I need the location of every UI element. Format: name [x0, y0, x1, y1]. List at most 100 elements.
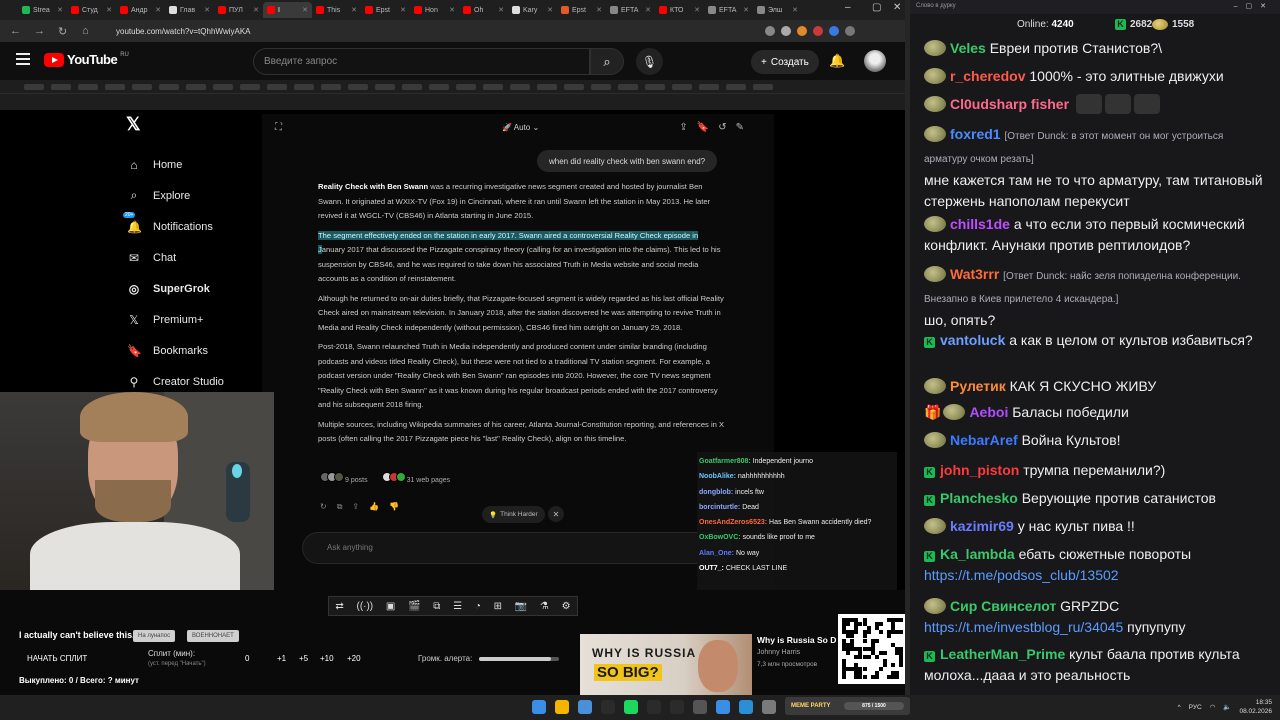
camera-icon[interactable]: 📷 — [515, 601, 527, 612]
browser-tab[interactable]: EFTA ✕ — [704, 2, 753, 18]
chat-username[interactable]: Ka_lambda — [940, 546, 1015, 562]
taskbar-app-icon[interactable] — [578, 700, 592, 714]
x-nav-supergrok[interactable]: ◎ SuperGrok — [118, 273, 258, 304]
x-nav-explore[interactable]: ⌕ Explore — [118, 180, 258, 211]
tab-close-icon[interactable]: ✕ — [498, 6, 504, 14]
taskbar-app-icon[interactable] — [716, 700, 730, 714]
tab-close-icon[interactable]: ✕ — [596, 6, 602, 14]
think-harder-button[interactable]: 💡 Think Harder — [482, 506, 545, 523]
clapper-icon[interactable]: 🎬 — [408, 601, 420, 612]
split-add-20[interactable]: +20 — [347, 654, 361, 663]
overlay-chat-user[interactable]: OUT7_: — [699, 565, 724, 572]
mode-selector[interactable]: 🚀 Auto ⌄ — [502, 123, 539, 132]
chat-window-controls[interactable]: –▢✕ — [1234, 2, 1274, 10]
browser-tab[interactable]: КТО ✕ — [655, 2, 704, 18]
minimize-button[interactable]: – — [845, 2, 851, 13]
reload-icon[interactable]: ↻ — [58, 25, 72, 38]
copy-icon[interactable]: ⧉ — [337, 502, 343, 512]
recommended-title[interactable]: Why is Russia So D — [757, 635, 836, 645]
x-nav-bookmarks[interactable]: 🔖 Bookmarks — [118, 335, 258, 366]
chat-username[interactable]: foxred1 — [950, 126, 1001, 142]
tab-close-icon[interactable]: ✕ — [694, 6, 700, 14]
url-field[interactable]: youtube.com/watch?v=tQhhWwiyAKA — [116, 27, 251, 36]
browser-tab[interactable]: EFTA ✕ — [606, 2, 655, 18]
browser-tab[interactable]: This ✕ — [312, 2, 361, 18]
prediction-option[interactable]: ВОЕННОНАЕТ — [187, 630, 239, 642]
chat-username[interactable]: Cl0udsharp fisher — [950, 96, 1069, 112]
extension-icon[interactable] — [829, 26, 839, 36]
regenerate-icon[interactable]: ↻ — [320, 502, 327, 512]
x-nav-premium-[interactable]: 𝕏 Premium+ — [118, 304, 258, 335]
taskbar-app-icon[interactable] — [601, 700, 615, 714]
gauge-icon[interactable]: ◔ — [475, 601, 481, 612]
chat-username[interactable]: vantoluck — [940, 332, 1005, 348]
taskbar-app-icon[interactable] — [532, 700, 546, 714]
x-nav-notifications[interactable]: 🔔 20+ Notifications — [118, 211, 258, 242]
chat-username[interactable]: NebarAref — [950, 432, 1018, 448]
thumbs-down-icon[interactable]: 👎 — [389, 502, 399, 512]
ask-input[interactable]: Ask anything — [302, 532, 732, 564]
meme-party-widget[interactable]: MEME PARTY 875 / 1500 — [785, 697, 910, 715]
split-add-10[interactable]: +10 — [320, 654, 334, 663]
maximize-button[interactable]: ▢ — [872, 2, 881, 13]
star-icon[interactable] — [781, 26, 791, 36]
monitor-icon[interactable]: ▣ — [386, 601, 395, 612]
tab-close-icon[interactable]: ✕ — [106, 6, 112, 14]
x-nav-chat[interactable]: ✉ Chat — [118, 242, 258, 273]
flask-icon[interactable]: ⚗ — [540, 601, 549, 612]
home-icon[interactable]: ⌂ — [82, 25, 96, 37]
extension-icon[interactable] — [797, 26, 807, 36]
overlay-chat-user[interactable]: OnesAndZeros6523: — [699, 519, 767, 526]
language-indicator[interactable]: РУС — [1189, 704, 1202, 711]
browser-tab[interactable]: Студ ✕ — [67, 2, 116, 18]
posts-sources[interactable]: 9 posts — [320, 472, 368, 484]
taskbar-app-icon[interactable] — [624, 700, 638, 714]
volume-icon[interactable]: 🔈 — [1223, 703, 1231, 711]
browser-tab[interactable]: ПУЛ ✕ — [214, 2, 263, 18]
search-button[interactable]: ⌕ — [590, 48, 624, 75]
x-nav-home[interactable]: ⌂ Home — [118, 149, 258, 180]
chat-link[interactable]: https://t.me/podsos_club/13502 — [924, 567, 1119, 583]
browser-tab[interactable]: Epst ✕ — [361, 2, 410, 18]
chat-username[interactable]: Planchesko — [940, 490, 1018, 506]
browser-tab[interactable]: Элш ✕ — [753, 2, 802, 18]
chat-username[interactable]: kazimir69 — [950, 518, 1014, 534]
tab-close-icon[interactable]: ✕ — [547, 6, 553, 14]
chat-username[interactable]: chills1de — [950, 216, 1010, 232]
browser-tab[interactable]: Oh ✕ — [459, 2, 508, 18]
browser-tab[interactable]: I ✕ — [263, 2, 312, 18]
browser-tab[interactable]: Андр ✕ — [116, 2, 165, 18]
bell-icon[interactable]: 🔔 — [829, 53, 845, 69]
chat-username[interactable]: Wat3rrr — [950, 266, 999, 282]
chat-username[interactable]: Aeboi — [969, 404, 1008, 420]
browser-tab[interactable]: Hon ✕ — [410, 2, 459, 18]
split-value[interactable]: 0 — [245, 654, 249, 663]
browser-tab[interactable]: Epst ✕ — [557, 2, 606, 18]
taskbar-app-icon[interactable] — [647, 700, 661, 714]
chat-username[interactable]: john_piston — [940, 462, 1019, 478]
key-icon[interactable] — [765, 26, 775, 36]
recommended-channel[interactable]: Johnny Harris — [757, 649, 800, 656]
browser-tab[interactable]: Strea ✕ — [18, 2, 67, 18]
tab-close-icon[interactable]: ✕ — [645, 6, 651, 14]
chat-link[interactable]: https://t.me/investblog_ru/34045 — [924, 619, 1123, 635]
youtube-logo[interactable]: YouTube RU — [44, 52, 129, 67]
puzzle-icon[interactable] — [845, 26, 855, 36]
tab-close-icon[interactable]: ✕ — [792, 6, 798, 14]
mic-icon[interactable]: 🎙 — [636, 48, 663, 75]
tab-close-icon[interactable]: ✕ — [351, 6, 357, 14]
close-window-button[interactable]: ✕ — [893, 2, 901, 13]
wifi-icon[interactable]: ◠ — [1210, 703, 1216, 711]
chat-username[interactable]: LeatherMan_Prime — [940, 646, 1065, 662]
add-icon[interactable]: ⊞ — [494, 601, 502, 612]
taskbar-app-icon[interactable] — [739, 700, 753, 714]
loop-icon[interactable]: ⇄ — [335, 601, 343, 612]
list-icon[interactable]: ☰ — [453, 601, 462, 612]
extension-icon[interactable] — [813, 26, 823, 36]
search-input[interactable]: Введите запрос — [253, 48, 590, 75]
share-icon[interactable]: ⇪ — [352, 502, 359, 512]
start-split-button[interactable]: НАЧАТЬ СПЛИТ — [27, 654, 87, 663]
tab-close-icon[interactable]: ✕ — [302, 6, 308, 14]
web-sources[interactable]: 31 web pages — [381, 472, 450, 484]
pip-icon[interactable]: ⧉ — [433, 601, 440, 612]
